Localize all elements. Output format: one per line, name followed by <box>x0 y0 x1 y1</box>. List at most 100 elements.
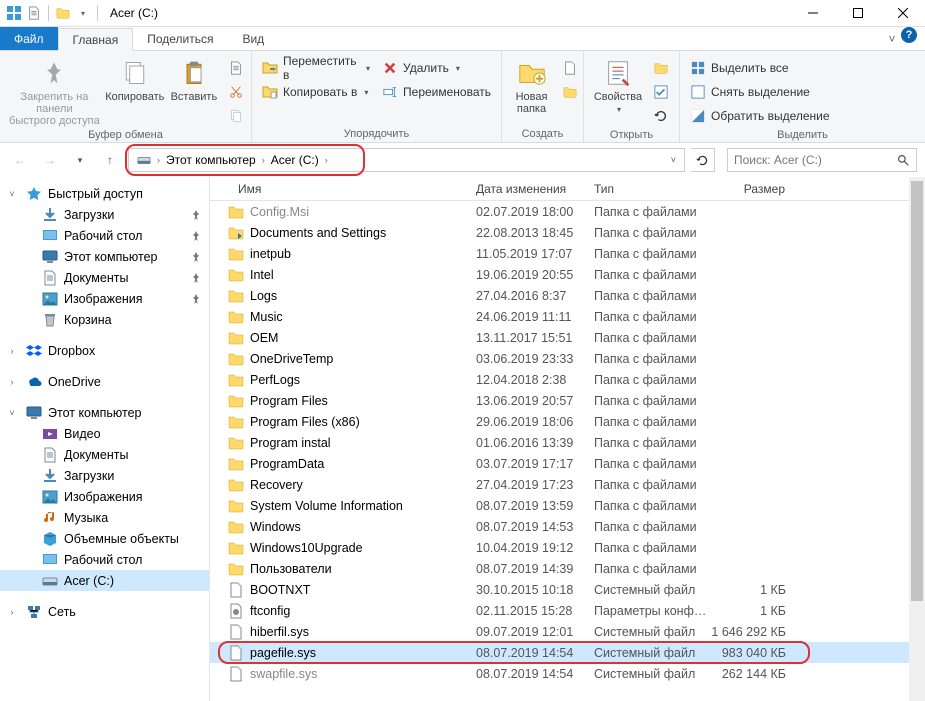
qat-dropdown-icon[interactable]: ▾ <box>75 5 91 21</box>
search-input[interactable]: Поиск: Acer (C:) <box>727 148 917 172</box>
sidebar-quick-access[interactable]: ˅Быстрый доступ <box>0 183 209 204</box>
col-name-header[interactable]: Имя <box>210 182 468 196</box>
invert-selection-button[interactable]: Обратить выделение <box>686 105 834 127</box>
help-icon[interactable]: ? <box>901 27 917 43</box>
sidebar-network[interactable]: ›Сеть <box>0 601 209 622</box>
tab-file[interactable]: Файл <box>0 27 58 50</box>
history-icon[interactable] <box>650 105 672 127</box>
file-name: Music <box>250 310 283 324</box>
sidebar-videos[interactable]: Видео <box>0 423 209 444</box>
file-type: Папка с файлами <box>586 436 710 450</box>
crumb-drive[interactable]: Acer (C:) <box>267 149 323 171</box>
file-row[interactable]: System Volume Information08.07.2019 13:5… <box>210 495 925 516</box>
delete-button[interactable]: Удалить▾ <box>378 57 495 79</box>
move-to-button[interactable]: Переместить в▾ <box>258 57 374 79</box>
file-row[interactable]: ftconfig02.11.2015 15:28Параметры конф…1… <box>210 600 925 621</box>
col-type-header[interactable]: Тип <box>586 182 710 196</box>
crumb-this-pc[interactable]: Этот компьютер <box>162 149 260 171</box>
forward-button[interactable]: → <box>38 148 62 172</box>
qat-folder-icon[interactable] <box>55 5 71 21</box>
tab-share[interactable]: Поделиться <box>133 27 228 50</box>
file-row[interactable]: Program Files13.06.2019 20:57Папка с фай… <box>210 390 925 411</box>
pin-to-quick-access-button[interactable]: Закрепить на панели быстрого доступа <box>6 55 103 127</box>
file-row[interactable]: Windows08.07.2019 14:53Папка с файлами <box>210 516 925 537</box>
file-row[interactable]: OEM13.11.2017 15:51Папка с файлами <box>210 327 925 348</box>
file-row[interactable]: Documents and Settings22.08.2013 18:45Па… <box>210 222 925 243</box>
file-name: OneDriveTemp <box>250 352 333 366</box>
back-button[interactable]: ← <box>8 148 32 172</box>
file-row[interactable]: BOOTNXT30.10.2015 10:18Системный файл1 К… <box>210 579 925 600</box>
easy-access-icon[interactable] <box>559 81 577 103</box>
file-date: 27.04.2016 8:37 <box>468 289 586 303</box>
file-row[interactable]: Пользователи08.07.2019 14:39Папка с файл… <box>210 558 925 579</box>
sidebar-downloads[interactable]: Загрузки <box>0 204 209 225</box>
sidebar-pictures2[interactable]: Изображения <box>0 486 209 507</box>
file-row[interactable]: Logs27.04.2016 8:37Папка с файлами <box>210 285 925 306</box>
tab-home[interactable]: Главная <box>58 28 134 51</box>
new-folder-button[interactable]: Новая папка <box>508 55 555 115</box>
sidebar-acer-c[interactable]: Acer (C:) <box>0 570 209 591</box>
minimize-button[interactable] <box>790 0 835 27</box>
sidebar-dropbox[interactable]: ›Dropbox <box>0 340 209 361</box>
sidebar-documents[interactable]: Документы <box>0 267 209 288</box>
paste-shortcut-icon[interactable] <box>225 57 245 79</box>
qat-properties-icon[interactable] <box>26 5 42 21</box>
ribbon-collapse-icon[interactable]: ˅ <box>883 27 901 50</box>
open-icon[interactable] <box>650 57 672 79</box>
col-date-header[interactable]: Дата изменения <box>468 182 586 196</box>
copy-button[interactable]: Копировать <box>107 55 163 103</box>
file-row[interactable]: hiberfil.sys09.07.2019 12:01Системный фа… <box>210 621 925 642</box>
sidebar-downloads2[interactable]: Загрузки <box>0 465 209 486</box>
sidebar-recycle[interactable]: Корзина <box>0 309 209 330</box>
file-row[interactable]: Program Files (x86)29.06.2019 18:06Папка… <box>210 411 925 432</box>
recent-locations-button[interactable]: ▾ <box>68 148 92 172</box>
maximize-button[interactable] <box>835 0 880 27</box>
paste-link-icon[interactable] <box>225 105 245 127</box>
sidebar-desktop[interactable]: Рабочий стол <box>0 225 209 246</box>
close-button[interactable] <box>880 0 925 27</box>
file-type: Папка с файлами <box>586 331 710 345</box>
open-group-label: Открыть <box>590 127 673 143</box>
vertical-scrollbar[interactable] <box>909 177 925 701</box>
file-row[interactable]: Music24.06.2019 11:11Папка с файлами <box>210 306 925 327</box>
file-row[interactable]: Recovery27.04.2019 17:23Папка с файлами <box>210 474 925 495</box>
sidebar-documents2[interactable]: Документы <box>0 444 209 465</box>
file-type: Папка с файлами <box>586 226 710 240</box>
rename-button[interactable]: Переименовать <box>378 81 495 103</box>
file-row[interactable]: swapfile.sys08.07.2019 14:54Системный фа… <box>210 663 925 684</box>
sidebar-onedrive[interactable]: ›OneDrive <box>0 371 209 392</box>
select-none-button[interactable]: Снять выделение <box>686 81 834 103</box>
edit-icon[interactable] <box>650 81 672 103</box>
file-name: swapfile.sys <box>250 667 317 681</box>
paste-path-icon[interactable] <box>225 81 245 103</box>
properties-button[interactable]: Свойства ▾ <box>590 55 646 114</box>
address-bar[interactable]: › Этот компьютер › Acer (C:) › ˅ <box>128 148 685 172</box>
tab-view[interactable]: Вид <box>228 27 279 50</box>
file-size: 1 646 292 КБ <box>710 625 794 639</box>
file-row[interactable]: Intel19.06.2019 20:55Папка с файлами <box>210 264 925 285</box>
file-row[interactable]: Program instal01.06.2016 13:39Папка с фа… <box>210 432 925 453</box>
file-row[interactable]: OneDriveTemp03.06.2019 23:33Папка с файл… <box>210 348 925 369</box>
up-button[interactable]: ↑ <box>98 148 122 172</box>
file-date: 08.07.2019 14:54 <box>468 646 586 660</box>
sidebar-music[interactable]: Музыка <box>0 507 209 528</box>
copy-to-button[interactable]: Копировать в▾ <box>258 81 374 103</box>
search-icon <box>897 154 910 167</box>
file-row[interactable]: PerfLogs12.04.2018 2:38Папка с файлами <box>210 369 925 390</box>
col-size-header[interactable]: Размер <box>710 182 794 196</box>
sidebar-pictures[interactable]: Изображения <box>0 288 209 309</box>
file-row[interactable]: ProgramData03.07.2019 17:17Папка с файла… <box>210 453 925 474</box>
select-all-button[interactable]: Выделить все <box>686 57 834 79</box>
sidebar-3d-objects[interactable]: Объемные объекты <box>0 528 209 549</box>
file-row[interactable]: pagefile.sys08.07.2019 14:54Системный фа… <box>210 642 925 663</box>
sidebar-this-pc[interactable]: ˅Этот компьютер <box>0 402 209 423</box>
new-item-icon[interactable] <box>559 57 577 79</box>
sidebar-this-pc-quick[interactable]: Этот компьютер <box>0 246 209 267</box>
create-group-label: Создать <box>508 126 577 142</box>
sidebar-desktop2[interactable]: Рабочий стол <box>0 549 209 570</box>
file-row[interactable]: Config.Msi02.07.2019 18:00Папка с файлам… <box>210 201 925 222</box>
file-row[interactable]: inetpub11.05.2019 17:07Папка с файлами <box>210 243 925 264</box>
file-row[interactable]: Windows10Upgrade10.04.2019 19:12Папка с … <box>210 537 925 558</box>
refresh-button[interactable] <box>691 148 715 172</box>
paste-button[interactable]: Вставить <box>167 55 221 103</box>
